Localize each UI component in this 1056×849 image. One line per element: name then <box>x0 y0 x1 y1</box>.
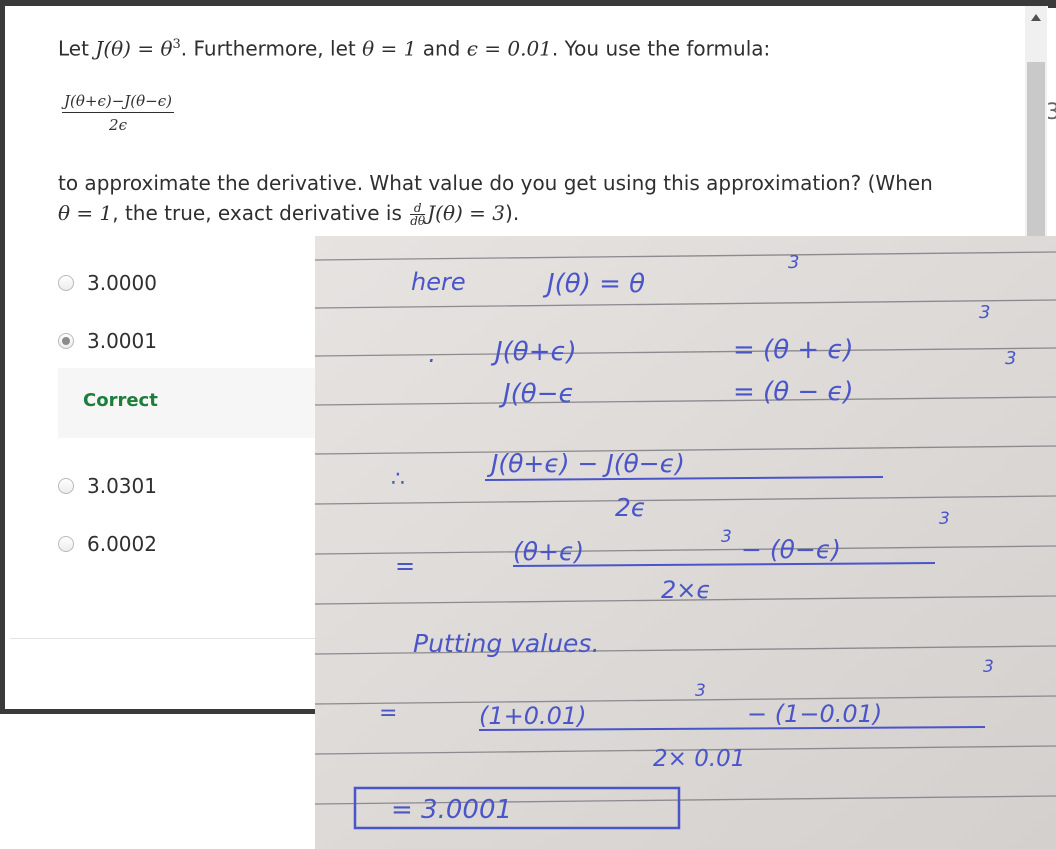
hw-line5-term1: (θ+ϵ) <box>513 537 584 566</box>
hw-line5-term2: − (θ−ϵ) <box>741 535 841 564</box>
math-j-theta: J(θ) <box>95 36 131 61</box>
hw-line5-exponent2: 3 <box>939 509 950 529</box>
hw-line7-term2: − (1−0.01) <box>747 700 882 728</box>
hw-line3-lhs: J(θ−ϵ <box>498 379 575 409</box>
option-label: 3.0001 <box>87 329 157 353</box>
answer-option-1[interactable]: 3.0000 <box>58 268 157 298</box>
answer-option-4[interactable]: 6.0002 <box>58 529 157 559</box>
option-label: 3.0000 <box>87 271 157 295</box>
answer-option-2[interactable]: 3.0001 <box>58 326 157 356</box>
math-epsilon-value: ϵ = 0.01 <box>466 36 552 61</box>
hw-line3-rhs: = (θ − ϵ) <box>733 377 854 407</box>
hw-line1: J(θ) = θ <box>542 269 645 299</box>
math-theta-value: θ = 1 <box>58 201 113 225</box>
hw-equals: = <box>379 701 397 726</box>
hw-line1-exponent: 3 <box>788 252 799 273</box>
question-intro-2: . Furthermore, let <box>180 36 363 61</box>
math-theta-value: θ = 1 <box>362 36 417 61</box>
radio-button[interactable] <box>58 275 74 291</box>
hw-line7-exponent2: 3 <box>983 657 994 677</box>
hw-line5-denominator: 2×ϵ <box>661 576 711 604</box>
question-text: Let J(θ) = θ3. Furthermore, let θ = 1 an… <box>58 30 918 64</box>
hw-line7-term1: (1+0.01) <box>479 702 587 730</box>
hw-therefore: ∴ <box>391 467 405 492</box>
feedback-box: Correct <box>58 368 318 438</box>
hw-answer: = 3.0001 <box>391 795 512 825</box>
hw-line7-denominator: 2× 0.01 <box>653 746 745 772</box>
hw-line4-denominator: 2ϵ <box>615 493 646 522</box>
hw-line5-exponent1: 3 <box>721 527 732 547</box>
radio-button[interactable] <box>58 536 74 552</box>
math-theta: θ <box>160 36 173 61</box>
math-derivative-value: J(θ) = 3 <box>427 201 506 225</box>
hw-here: here <box>411 268 466 296</box>
hw-line2-lhs: J(θ+ϵ) <box>490 337 577 367</box>
handwritten-notes-image: here J(θ) = θ 3 · J(θ+ϵ) = (θ + ϵ) 3 J(θ… <box>315 236 1056 849</box>
hw-equals: = <box>395 552 415 580</box>
math-exponent: 3 <box>172 37 181 52</box>
question-para: to approximate the derivative. What valu… <box>58 171 933 195</box>
hw-line2-rhs: = (θ + ϵ) <box>733 335 854 365</box>
question-para-2: , the true, exact derivative is <box>112 201 409 225</box>
question-and: and <box>416 36 467 61</box>
hw-dot: · <box>427 347 435 375</box>
hw-line4-numerator: J(θ+ϵ) − J(θ−ϵ) <box>486 449 685 478</box>
scroll-up-arrow-icon[interactable] <box>1025 6 1047 28</box>
question-continuation: to approximate the derivative. What valu… <box>58 168 958 228</box>
formula-fraction: J(θ+ϵ)−J(θ−ϵ) 2ϵ <box>62 92 175 134</box>
radio-button-selected[interactable] <box>58 333 74 349</box>
notebook-page: here J(θ) = θ 3 · J(θ+ϵ) = (θ + ϵ) 3 J(θ… <box>315 236 1056 849</box>
answer-option-3[interactable]: 3.0301 <box>58 471 157 501</box>
derivative-operator: d dθ <box>410 202 426 228</box>
formula-numerator: J(θ+ϵ)−J(θ−ϵ) <box>62 92 175 113</box>
hw-line7-exponent1: 3 <box>695 681 706 701</box>
hw-line3-exponent: 3 <box>1005 348 1016 369</box>
hw-putting-values: Putting values. <box>413 629 599 658</box>
question-intro: Let <box>58 36 96 61</box>
option-label: 6.0002 <box>87 532 157 556</box>
question-intro-3: . You use the formula: <box>551 36 771 61</box>
feedback-correct: Correct <box>83 390 158 411</box>
math-equals: = <box>130 36 161 61</box>
hw-line2-exponent: 3 <box>979 302 990 323</box>
radio-button[interactable] <box>58 478 74 494</box>
derivative-dtheta: dθ <box>410 214 426 228</box>
option-label: 3.0301 <box>87 474 157 498</box>
formula-denominator: 2ϵ <box>109 116 127 134</box>
question-para-3: ). <box>505 201 520 225</box>
